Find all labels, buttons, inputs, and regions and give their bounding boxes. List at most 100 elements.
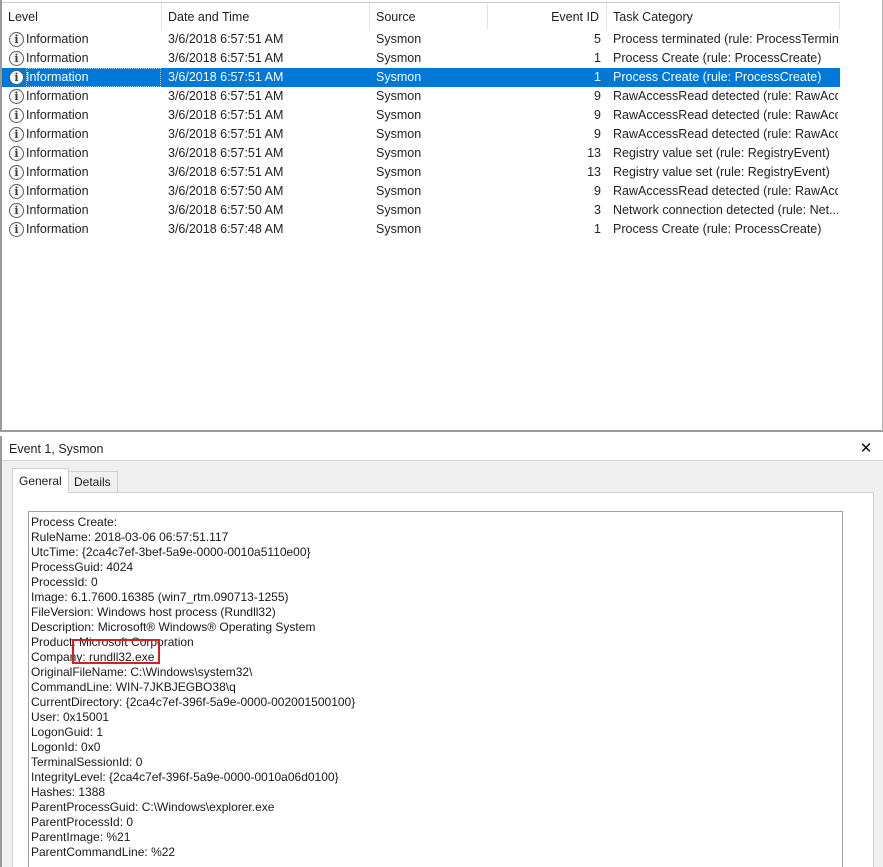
cell-source: Sysmon bbox=[376, 108, 422, 122]
cell-source: Sysmon bbox=[376, 146, 422, 160]
event-list-pane: Level Date and Time Source Event ID Task… bbox=[0, 0, 883, 432]
description-line: FileVersion: Windows host process (Rundl… bbox=[31, 605, 276, 619]
info-icon: i bbox=[9, 51, 24, 66]
info-icon: i bbox=[9, 108, 24, 123]
column-header-source[interactable]: Source bbox=[370, 3, 488, 30]
header-filler bbox=[840, 2, 882, 29]
table-row[interactable]: i Information 3/6/2018 6:57:51 AM Sysmon 1 Pr… bbox=[2, 68, 840, 87]
cell-source: Sysmon bbox=[376, 203, 422, 217]
cell-level: Information bbox=[26, 51, 89, 65]
tab-general[interactable]: General bbox=[12, 468, 69, 493]
close-icon[interactable]: ✕ bbox=[857, 439, 875, 457]
cell-level: Information bbox=[26, 165, 89, 179]
cell-date: 3/6/2018 6:57:50 AM bbox=[168, 184, 284, 198]
description-line: OriginalFileName: C:\Windows\system32\ bbox=[31, 665, 253, 679]
description-line: ProcessGuid: 4024 bbox=[31, 560, 134, 574]
info-icon: i bbox=[9, 165, 24, 180]
column-header-row: Level Date and Time Source Event ID Task… bbox=[2, 2, 840, 30]
event-description-box[interactable]: Process Create: RuleName: 2018-03-06 06:5… bbox=[28, 511, 843, 867]
info-icon: i bbox=[9, 70, 24, 85]
cell-level: Information bbox=[26, 32, 89, 46]
cell-level: Information bbox=[26, 146, 89, 160]
cell-event-id: 1 bbox=[594, 70, 601, 84]
table-row[interactable]: i Information 3/6/2018 6:57:51 AM Sysmon 9 Ra… bbox=[2, 106, 840, 125]
cell-level: Information bbox=[26, 184, 89, 198]
cell-date: 3/6/2018 6:57:51 AM bbox=[168, 165, 284, 179]
column-header-level[interactable]: Level bbox=[2, 3, 162, 30]
cell-level: Information bbox=[26, 203, 89, 217]
cell-source: Sysmon bbox=[376, 222, 422, 236]
cell-task-category: RawAccessRead detected (rule: RawAcc... bbox=[613, 89, 838, 103]
table-row[interactable]: i Information 3/6/2018 6:57:51 AM Sysmon 9 Ra… bbox=[2, 87, 840, 106]
table-row[interactable]: i Information 3/6/2018 6:57:51 AM Sysmon 13 R… bbox=[2, 144, 840, 163]
cell-date: 3/6/2018 6:57:48 AM bbox=[168, 222, 284, 236]
cell-source: Sysmon bbox=[376, 51, 422, 65]
description-line: Hashes: 1388 bbox=[31, 785, 106, 799]
cell-date: 3/6/2018 6:57:51 AM bbox=[168, 32, 284, 46]
cell-source: Sysmon bbox=[376, 70, 422, 84]
column-header-date[interactable]: Date and Time bbox=[162, 3, 370, 30]
info-icon: i bbox=[9, 184, 24, 199]
cell-level: Information bbox=[26, 127, 89, 141]
detail-title-bar: Event 1, Sysmon ✕ bbox=[2, 436, 883, 461]
cell-source: Sysmon bbox=[376, 184, 422, 198]
cell-task-category: Registry value set (rule: RegistryEvent) bbox=[613, 146, 830, 160]
cell-task-category: Process Create (rule: ProcessCreate) bbox=[613, 222, 822, 236]
cell-event-id: 9 bbox=[594, 127, 601, 141]
cell-task-category: Process Create (rule: ProcessCreate) bbox=[613, 70, 822, 84]
description-line: ParentProcessGuid: C:\Windows\explorer.e… bbox=[31, 800, 275, 814]
table-row[interactable]: i Information 3/6/2018 6:57:51 AM Sysmon 5 Pr… bbox=[2, 30, 840, 49]
cell-task-category: RawAccessRead detected (rule: RawAcc... bbox=[613, 127, 838, 141]
description-line: LogonGuid: 1 bbox=[31, 725, 104, 739]
info-icon: i bbox=[9, 146, 24, 161]
description-line: Process Create: bbox=[31, 515, 118, 529]
cell-level: Information bbox=[26, 68, 161, 87]
table-row[interactable]: i Information 3/6/2018 6:57:51 AM Sysmon 9 Ra… bbox=[2, 125, 840, 144]
cell-event-id: 1 bbox=[594, 51, 601, 65]
cell-level: Information bbox=[26, 89, 89, 103]
detail-body: General Details Process Create: RuleName:… bbox=[2, 461, 883, 867]
cell-event-id: 5 bbox=[594, 32, 601, 46]
cell-source: Sysmon bbox=[376, 127, 422, 141]
cell-source: Sysmon bbox=[376, 165, 422, 179]
cell-task-category: RawAccessRead detected (rule: RawAcc... bbox=[613, 108, 838, 122]
description-line: Product: Microsoft Corporation bbox=[31, 635, 194, 649]
cell-task-category: Network connection detected (rule: Net..… bbox=[613, 203, 838, 217]
cell-event-id: 9 bbox=[594, 108, 601, 122]
cell-date: 3/6/2018 6:57:51 AM bbox=[168, 89, 284, 103]
cell-event-id: 9 bbox=[594, 184, 601, 198]
table-row[interactable]: i Information 3/6/2018 6:57:50 AM Sysmon 3 Ne… bbox=[2, 201, 840, 220]
cell-date: 3/6/2018 6:57:51 AM bbox=[168, 70, 284, 84]
cell-event-id: 1 bbox=[594, 222, 601, 236]
info-icon: i bbox=[9, 127, 24, 142]
description-line: Company: rundll32.exe bbox=[31, 650, 155, 664]
column-header-task-category[interactable]: Task Category bbox=[607, 3, 840, 30]
description-line: UtcTime: {2ca4c7ef-3bef-5a9e-0000-0010a5… bbox=[31, 545, 311, 559]
description-line: Image: 6.1.7600.16385 (win7_rtm.090713-1… bbox=[31, 590, 289, 604]
table-row[interactable]: i Information 3/6/2018 6:57:51 AM Sysmon 1 Pr… bbox=[2, 49, 840, 68]
table-row[interactable]: i Information 3/6/2018 6:57:50 AM Sysmon 9 Ra… bbox=[2, 182, 840, 201]
description-line: User: 0x15001 bbox=[31, 710, 110, 724]
description-line: IntegrityLevel: {2ca4c7ef-396f-5a9e-0000… bbox=[31, 770, 339, 784]
detail-title: Event 1, Sysmon bbox=[9, 442, 104, 456]
event-detail-pane: Event 1, Sysmon ✕ General Details Proces… bbox=[0, 436, 883, 867]
cell-task-category: Process Create (rule: ProcessCreate) bbox=[613, 51, 822, 65]
description-line: RuleName: 2018-03-06 06:57:51.117 bbox=[31, 530, 229, 544]
cell-date: 3/6/2018 6:57:51 AM bbox=[168, 51, 284, 65]
cell-source: Sysmon bbox=[376, 89, 422, 103]
table-row[interactable]: i Information 3/6/2018 6:57:51 AM Sysmon 13 R… bbox=[2, 163, 840, 182]
info-icon: i bbox=[9, 32, 24, 47]
info-icon: i bbox=[9, 203, 24, 218]
description-line: Description: Microsoft® Windows® Operati… bbox=[31, 620, 316, 634]
description-line: LogonId: 0x0 bbox=[31, 740, 101, 754]
cell-level: Information bbox=[26, 108, 89, 122]
general-tab-content: Process Create: RuleName: 2018-03-06 06:5… bbox=[12, 492, 874, 867]
description-line: CommandLine: WIN-7JKBJEGBO38\q bbox=[31, 680, 236, 694]
description-line: ProcessId: 0 bbox=[31, 575, 98, 589]
tab-details[interactable]: Details bbox=[67, 471, 118, 492]
column-header-event-id[interactable]: Event ID bbox=[488, 3, 607, 30]
table-row[interactable]: i Information 3/6/2018 6:57:48 AM Sysmon 1 Pr… bbox=[2, 220, 840, 239]
description-line: CurrentDirectory: {2ca4c7ef-396f-5a9e-00… bbox=[31, 695, 356, 709]
cell-event-id: 13 bbox=[587, 146, 601, 160]
cell-task-category: RawAccessRead detected (rule: RawAcc... bbox=[613, 184, 838, 198]
